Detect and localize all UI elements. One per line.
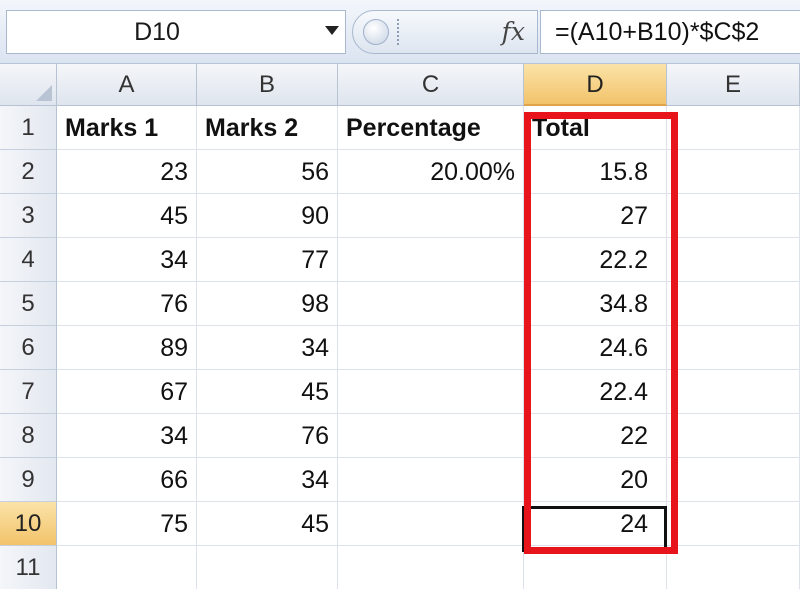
cell-b11[interactable] (197, 546, 338, 589)
formula-bar: D10 fx =(A10+B10)*$C$2 (0, 0, 800, 64)
splitter-handle[interactable] (397, 19, 399, 45)
row-header-6[interactable]: 6 (0, 326, 57, 370)
column-header-e[interactable]: E (667, 64, 800, 106)
cell-a9[interactable]: 66 (57, 458, 197, 502)
cell-e2[interactable] (667, 150, 800, 194)
cell-a4[interactable]: 34 (57, 238, 197, 282)
cell-a2[interactable]: 23 (57, 150, 197, 194)
cell-e10[interactable] (667, 502, 800, 546)
cell-b9[interactable]: 34 (197, 458, 338, 502)
expand-knob-icon[interactable] (363, 19, 389, 45)
cell-a1[interactable]: Marks 1 (57, 106, 197, 150)
name-box-value[interactable]: D10 (7, 11, 307, 53)
cell-c10[interactable] (338, 502, 524, 546)
name-box[interactable]: D10 (6, 10, 346, 54)
cell-c6[interactable] (338, 326, 524, 370)
cell-b3[interactable]: 90 (197, 194, 338, 238)
formula-bar-controls: fx (352, 10, 538, 54)
cell-e8[interactable] (667, 414, 800, 458)
column-header-d[interactable]: D (524, 64, 667, 106)
cell-a5[interactable]: 76 (57, 282, 197, 326)
cell-b10[interactable]: 45 (197, 502, 338, 546)
row-header-11[interactable]: 11 (0, 546, 57, 589)
row-header-10[interactable]: 10 (0, 502, 57, 546)
cell-c1[interactable]: Percentage (338, 106, 524, 150)
cell-c9[interactable] (338, 458, 524, 502)
cell-a3[interactable]: 45 (57, 194, 197, 238)
cell-e7[interactable] (667, 370, 800, 414)
row-header-5[interactable]: 5 (0, 282, 57, 326)
row-header-7[interactable]: 7 (0, 370, 57, 414)
row-header-9[interactable]: 9 (0, 458, 57, 502)
cell-e9[interactable] (667, 458, 800, 502)
cell-e5[interactable] (667, 282, 800, 326)
formula-input[interactable]: =(A10+B10)*$C$2 (540, 10, 800, 54)
total-column-highlight (524, 112, 678, 554)
cell-e6[interactable] (667, 326, 800, 370)
row-header-1[interactable]: 1 (0, 106, 57, 150)
cell-b1[interactable]: Marks 2 (197, 106, 338, 150)
cell-b8[interactable]: 76 (197, 414, 338, 458)
cell-b2[interactable]: 56 (197, 150, 338, 194)
cell-a7[interactable]: 67 (57, 370, 197, 414)
column-header-a[interactable]: A (57, 64, 197, 106)
chevron-down-icon[interactable] (325, 26, 339, 35)
cell-c8[interactable] (338, 414, 524, 458)
cell-c5[interactable] (338, 282, 524, 326)
cell-e1[interactable] (667, 106, 800, 150)
row-header-4[interactable]: 4 (0, 238, 57, 282)
cell-b7[interactable]: 45 (197, 370, 338, 414)
row-header-3[interactable]: 3 (0, 194, 57, 238)
cell-e4[interactable] (667, 238, 800, 282)
cell-e11[interactable] (667, 546, 800, 589)
cell-a10[interactable]: 75 (57, 502, 197, 546)
cell-b4[interactable]: 77 (197, 238, 338, 282)
select-all-button[interactable] (0, 64, 57, 106)
column-header-b[interactable]: B (197, 64, 338, 106)
select-all-icon (36, 85, 52, 101)
cell-c3[interactable] (338, 194, 524, 238)
spreadsheet-grid: A B C D E 1 2 3 4 5 6 7 8 9 10 11 Marks … (0, 64, 800, 589)
cell-a8[interactable]: 34 (57, 414, 197, 458)
row-header-8[interactable]: 8 (0, 414, 57, 458)
cell-c2[interactable]: 20.00% (338, 150, 524, 194)
cell-c7[interactable] (338, 370, 524, 414)
row-header-2[interactable]: 2 (0, 150, 57, 194)
cell-b6[interactable]: 34 (197, 326, 338, 370)
cell-c4[interactable] (338, 238, 524, 282)
cell-e3[interactable] (667, 194, 800, 238)
cell-c11[interactable] (338, 546, 524, 589)
cell-a11[interactable] (57, 546, 197, 589)
insert-function-icon[interactable]: fx (502, 17, 525, 46)
column-header-c[interactable]: C (338, 64, 524, 106)
cell-b5[interactable]: 98 (197, 282, 338, 326)
cell-a6[interactable]: 89 (57, 326, 197, 370)
